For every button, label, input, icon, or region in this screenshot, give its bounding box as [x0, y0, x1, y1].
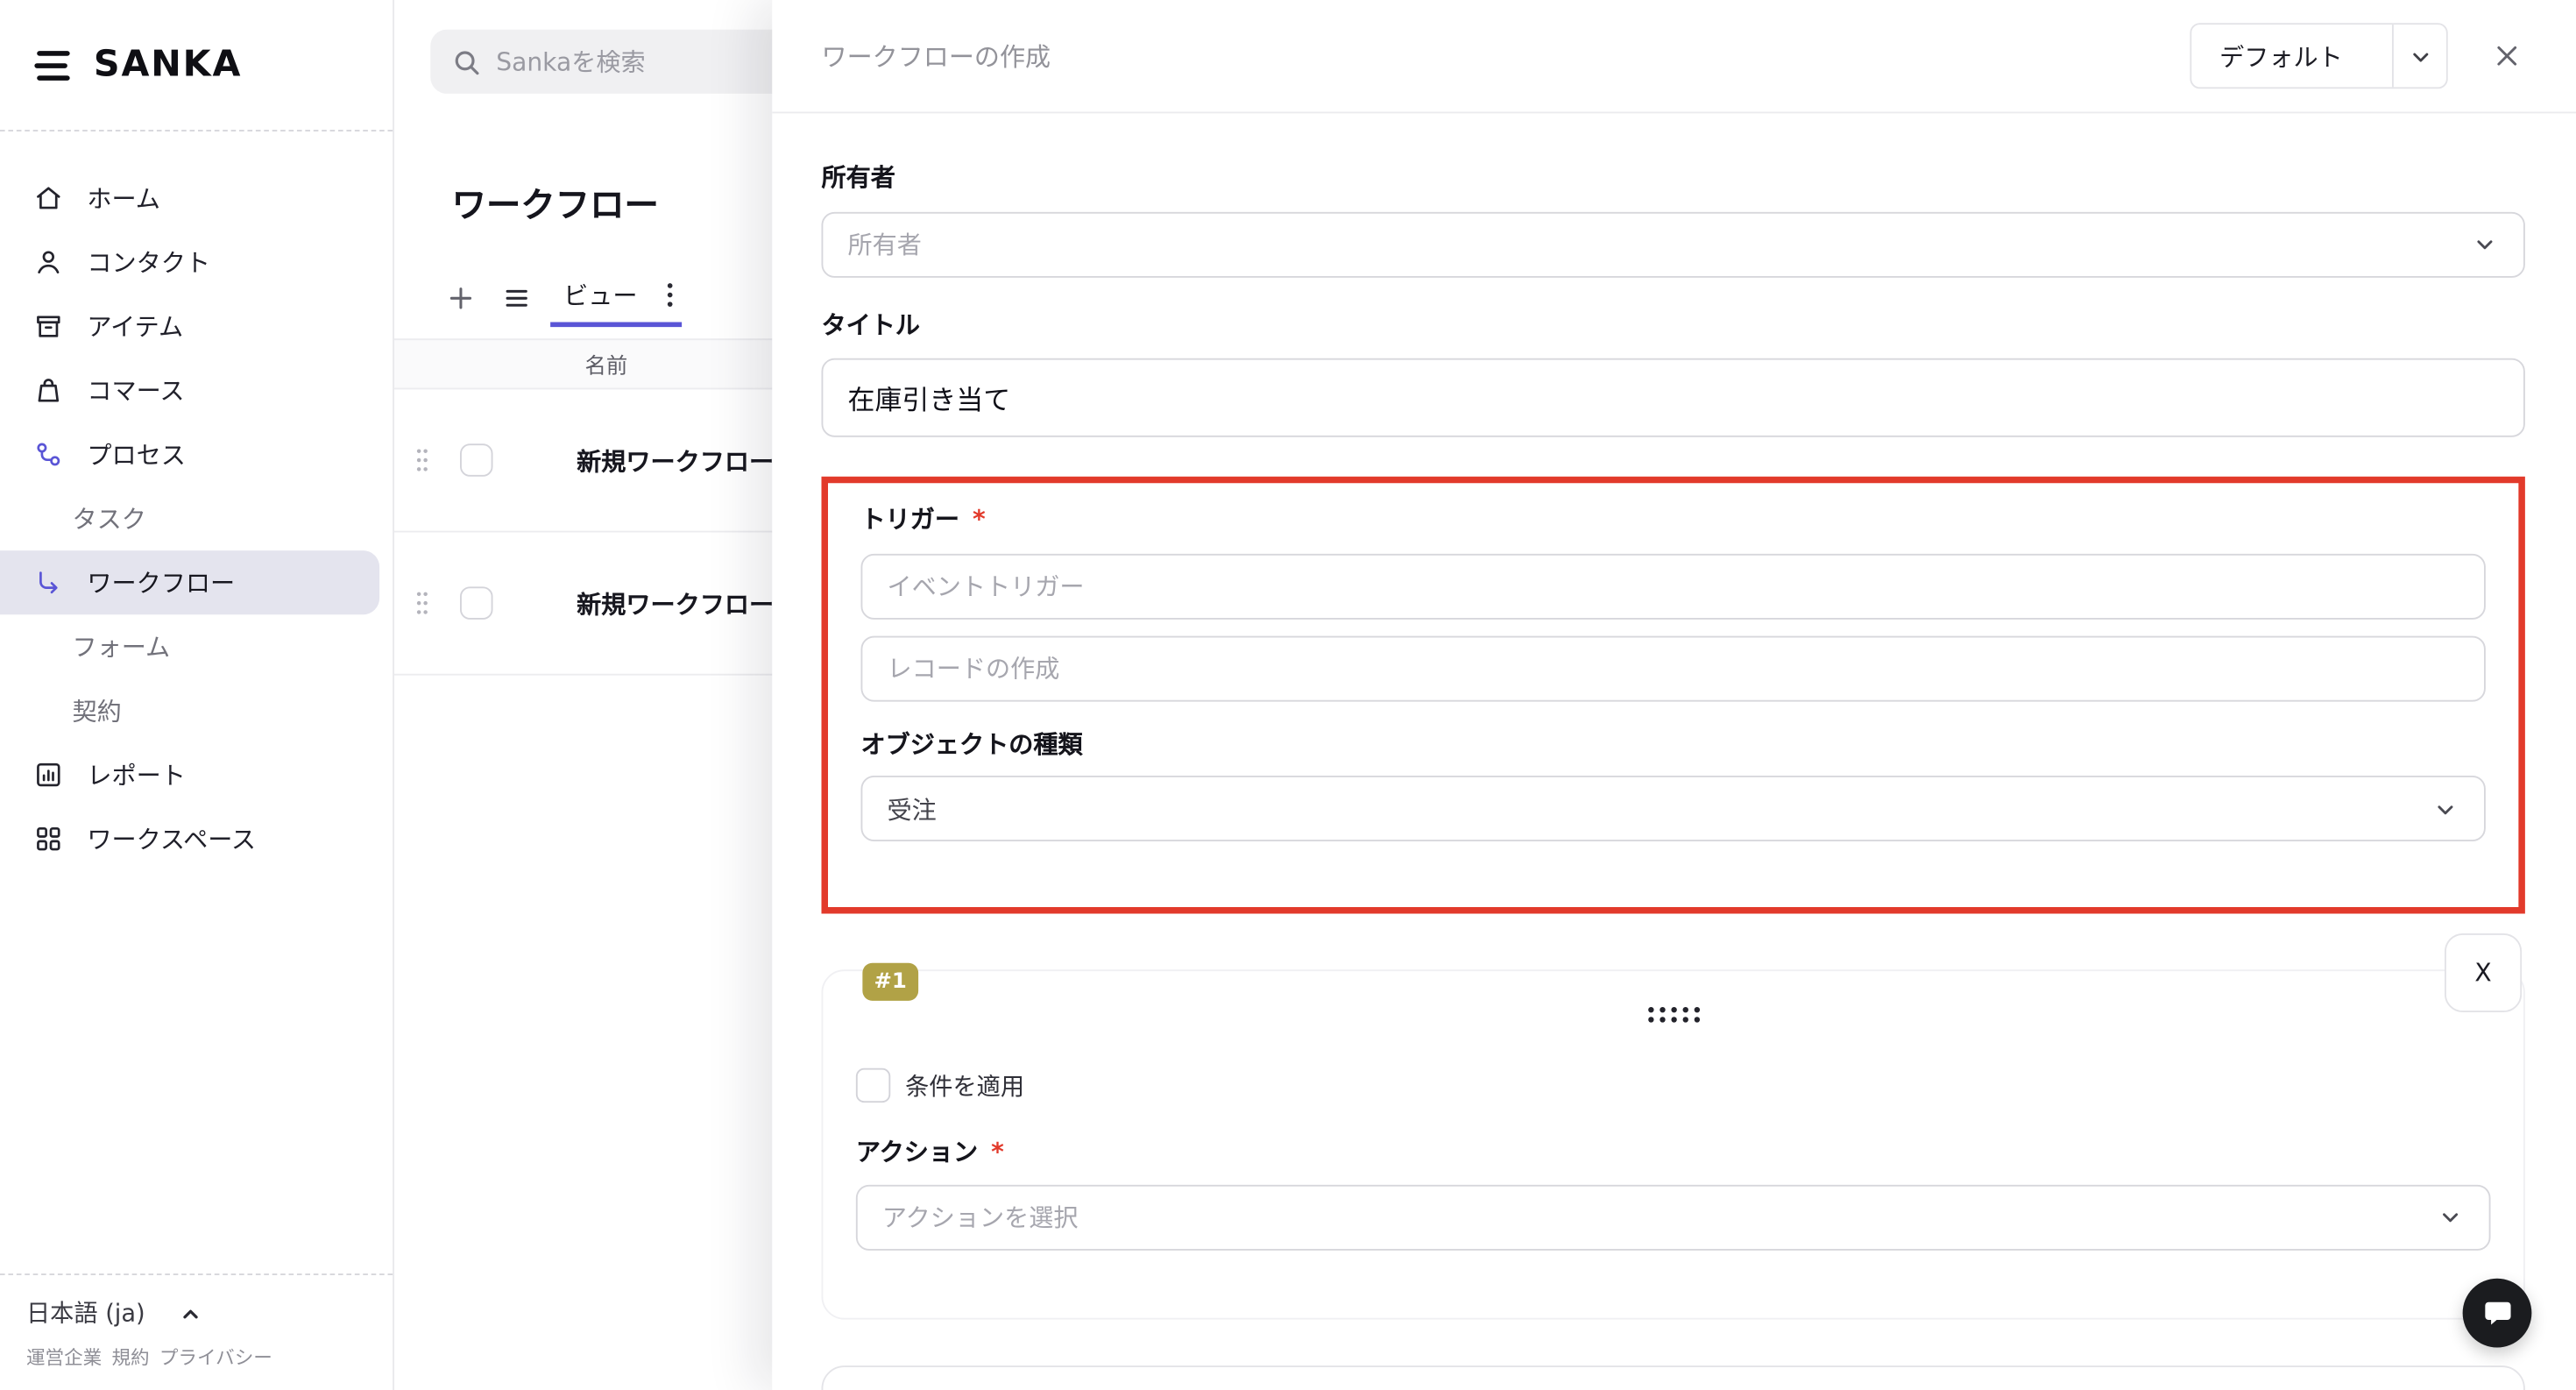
required-asterisk: * [973, 507, 986, 534]
logo-text: SANKA [94, 45, 242, 86]
condition-checkbox[interactable] [856, 1068, 890, 1103]
row-checkbox[interactable] [460, 443, 493, 477]
chevron-down-icon[interactable] [2392, 25, 2446, 87]
sidebar-footer: 日本語 (ja) 運営企業 規約 プライバシー [0, 1273, 393, 1390]
shopping-bag-icon [33, 375, 65, 407]
chat-launcher-button[interactable] [2463, 1279, 2532, 1348]
add-view-button[interactable] [439, 268, 482, 328]
person-icon [33, 246, 65, 278]
legal-link-privacy[interactable]: プライバシー [159, 1344, 272, 1371]
action-select[interactable]: アクションを選択 [856, 1184, 2491, 1250]
action-select-placeholder: アクションを選択 [882, 1200, 1079, 1234]
chevron-up-icon [178, 1299, 204, 1325]
step-number-badge: #1 [862, 963, 918, 1001]
close-icon[interactable] [2488, 36, 2527, 75]
row-name[interactable]: 新規ワークフロー [577, 443, 774, 477]
view-tab-label: ビュー [563, 278, 637, 312]
sidebar-item-label: アイテム [87, 309, 183, 344]
add-action-button[interactable]: アクションを追加 [822, 1365, 2525, 1390]
remove-step-button[interactable]: X [2445, 933, 2522, 1012]
object-type-value: 受注 [888, 791, 937, 826]
preset-dropdown-value: デフォルト [2191, 25, 2392, 87]
object-type-label: オブジェクトの種類 [861, 730, 2486, 757]
process-icon [33, 439, 65, 471]
sidebar-item-tasks[interactable]: タスク [0, 486, 393, 550]
chevron-down-icon [2437, 1203, 2465, 1231]
owner-label: 所有者 [822, 165, 2525, 192]
owner-select-placeholder: 所有者 [848, 227, 922, 261]
title-label: タイトル [822, 311, 2525, 338]
chevron-down-icon [2431, 795, 2459, 823]
panel-header: ワークフローの作成 デフォルト [772, 0, 2576, 113]
sidebar-item-label: コンタクト [87, 245, 210, 279]
grid-icon [33, 823, 65, 855]
sidebar-item-label: コマース [87, 373, 184, 408]
drag-handle-icon[interactable] [415, 447, 428, 473]
sidebar: SANKA ホーム コンタクト アイテム [0, 0, 394, 1390]
list-view-icon[interactable] [494, 268, 537, 328]
sidebar-item-home[interactable]: ホーム [0, 166, 393, 230]
panel-body: 所有者 所有者 タイトル トリガー * オブジェクトの種類 [772, 165, 2576, 1390]
sanka-logo-icon [33, 46, 76, 82]
kebab-menu-icon[interactable] [665, 281, 675, 309]
sidebar-item-label: タスク [73, 501, 146, 535]
list-toolbar: ビュー [439, 268, 683, 328]
search-icon [452, 46, 482, 76]
chat-bubble-icon [2481, 1297, 2513, 1329]
drag-handle-icon[interactable] [415, 590, 428, 616]
sidebar-item-workspace[interactable]: ワークスペース [0, 807, 393, 871]
sidebar-item-forms[interactable]: フォーム [0, 614, 393, 678]
create-workflow-panel: ワークフローの作成 デフォルト 所有者 所有者 タ [772, 0, 2576, 1390]
row-checkbox[interactable] [460, 586, 493, 620]
action-label: アクション * [856, 1138, 2491, 1166]
legal-links: 運営企業 規約 プライバシー [26, 1344, 366, 1371]
sidebar-item-reports[interactable]: レポート [0, 743, 393, 807]
page-title: ワークフロー [452, 179, 659, 228]
preset-dropdown[interactable]: デフォルト [2190, 23, 2447, 89]
app: SANKA ホーム コンタクト アイテム [0, 0, 2576, 1390]
legal-link-company[interactable]: 運営企業 [26, 1344, 102, 1371]
required-asterisk: * [991, 1138, 1004, 1166]
trigger-highlight-box: トリガー * オブジェクトの種類 受注 [822, 477, 2525, 914]
sidebar-item-label: ワークスペース [87, 822, 256, 856]
sidebar-item-label: レポート [87, 757, 186, 791]
sidebar-item-items[interactable]: アイテム [0, 294, 393, 358]
panel-title: ワークフローの作成 [822, 38, 1051, 74]
tab-view[interactable]: ビュー [550, 268, 682, 328]
sidebar-item-label: ホーム [87, 181, 160, 215]
sidebar-item-label: 契約 [73, 693, 122, 727]
sidebar-item-commerce[interactable]: コマース [0, 358, 393, 422]
home-icon [33, 182, 65, 214]
sidebar-item-process[interactable]: プロセス [0, 422, 393, 486]
event-trigger-input[interactable] [861, 553, 2486, 619]
owner-select[interactable]: 所有者 [822, 211, 2525, 277]
sidebar-item-label: フォーム [73, 629, 171, 663]
legal-link-terms[interactable]: 規約 [112, 1344, 150, 1371]
record-create-input[interactable] [861, 635, 2486, 701]
logo[interactable]: SANKA [0, 0, 393, 131]
sidebar-nav: ホーム コンタクト アイテム コマース [0, 131, 393, 871]
report-chart-icon [33, 759, 65, 791]
row-name[interactable]: 新規ワークフロー [577, 585, 774, 620]
sidebar-item-contracts[interactable]: 契約 [0, 678, 393, 742]
sidebar-item-label: ワークフロー [87, 565, 235, 599]
sidebar-item-workflow[interactable]: ワークフロー [0, 550, 379, 614]
condition-row: 条件を適用 [856, 1068, 2491, 1103]
language-label: 日本語 (ja) [26, 1295, 145, 1330]
chevron-down-icon [2471, 230, 2499, 259]
condition-label: 条件を適用 [905, 1068, 1024, 1103]
language-selector[interactable]: 日本語 (ja) [26, 1295, 366, 1330]
workflow-arrow-icon [33, 567, 65, 599]
title-input[interactable] [822, 358, 2525, 437]
action-step-card: #1 X 条件を適用 アクション * アクションを選択 [822, 969, 2525, 1318]
object-type-select[interactable]: 受注 [861, 776, 2486, 841]
sidebar-item-label: プロセス [87, 437, 186, 472]
trigger-label: トリガー * [861, 507, 2486, 534]
sidebar-item-contacts[interactable]: コンタクト [0, 230, 393, 294]
drag-dots-icon[interactable] [856, 971, 2491, 1025]
archive-icon [33, 310, 65, 342]
column-header-name: 名前 [585, 349, 628, 380]
